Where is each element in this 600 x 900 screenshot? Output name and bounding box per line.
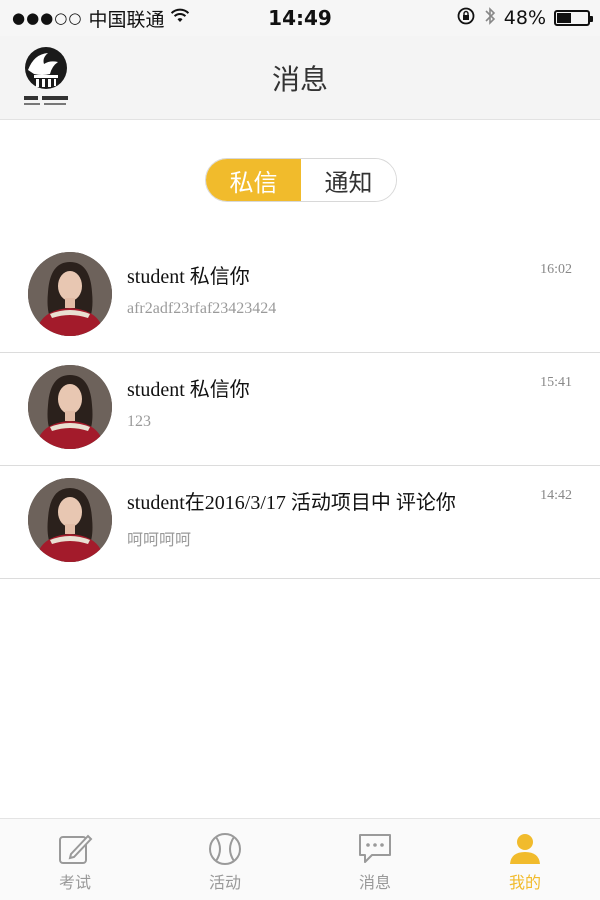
user-icon <box>506 831 544 867</box>
message-row[interactable]: student 私信你 afr2adf23rfaf23423424 16:02 <box>0 240 600 353</box>
tab-label: 考试 <box>58 873 91 892</box>
message-time: 14:42 <box>540 488 572 503</box>
tab-messages[interactable]: 消息 <box>300 819 450 900</box>
message-preview: 呵呵呵呵 <box>127 532 192 549</box>
avatar <box>28 478 112 562</box>
tab-private-messages[interactable]: 私信 <box>206 159 301 201</box>
avatar <box>28 252 112 336</box>
tab-activity[interactable]: 活动 <box>150 819 300 900</box>
ball-icon <box>206 831 244 867</box>
chat-icon <box>356 831 394 867</box>
message-time: 16:02 <box>540 262 572 277</box>
message-title: student 私信你 <box>127 266 250 288</box>
edit-icon <box>56 831 94 867</box>
message-row[interactable]: student 私信你 123 15:41 <box>0 353 600 466</box>
message-time: 15:41 <box>540 375 572 390</box>
status-bar: ●●●○○ 中国联通 14:49 48% <box>0 0 600 36</box>
battery-fill <box>557 13 571 23</box>
battery-icon <box>554 10 593 26</box>
message-type-segmented-control: 私信 通知 <box>205 158 397 202</box>
tab-label: 我的 <box>508 873 541 892</box>
message-preview: 123 <box>127 413 151 430</box>
tab-label: 活动 <box>208 873 241 892</box>
tab-notifications[interactable]: 通知 <box>301 159 396 201</box>
message-preview: afr2adf23rfaf23423424 <box>127 300 277 317</box>
tab-label: 消息 <box>358 873 391 892</box>
message-title: student 私信你 <box>127 379 250 401</box>
message-list: student 私信你 afr2adf23rfaf23423424 16:02 … <box>0 240 600 579</box>
tab-mine[interactable]: 我的 <box>450 819 600 900</box>
message-row[interactable]: student在2016/3/17 活动项目中 评论你 呵呵呵呵 14:42 <box>0 466 600 579</box>
page-title: 消息 <box>271 62 328 96</box>
bottom-tab-bar: 考试 活动 消息 我的 <box>0 818 600 900</box>
avatar <box>28 365 112 449</box>
nav-bar: 消息 <box>0 36 600 120</box>
status-time: 14:49 <box>268 6 332 30</box>
tab-exam[interactable]: 考试 <box>0 819 150 900</box>
message-title: student在2016/3/17 活动项目中 评论你 <box>127 492 456 514</box>
